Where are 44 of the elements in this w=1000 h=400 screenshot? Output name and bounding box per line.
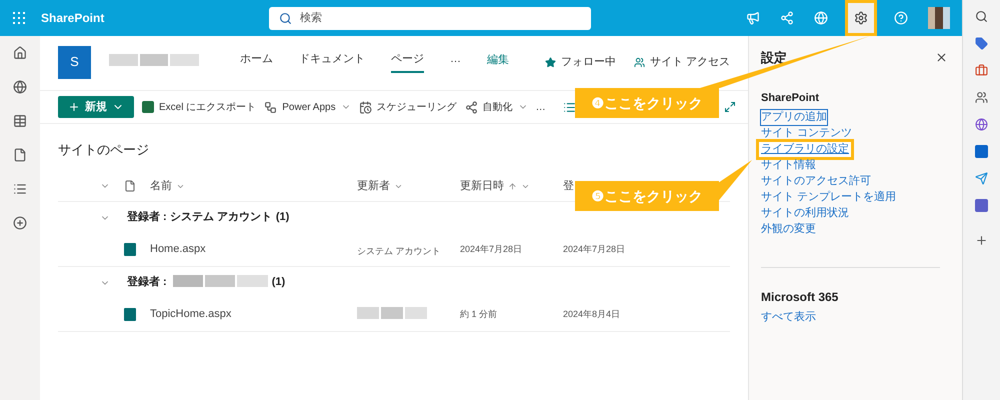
toolbar-button[interactable]: 自動化 <box>464 100 528 114</box>
nav-tab[interactable]: ページ <box>391 51 424 73</box>
table-cell-text: 2024年7月28日 <box>460 242 524 256</box>
settings-link[interactable]: すべて表示 <box>761 310 816 325</box>
settings-link[interactable]: ライブラリの設定 <box>759 142 851 157</box>
settings-link[interactable]: アプリの追加 <box>761 110 827 125</box>
site-access-button[interactable]: サイト アクセス <box>634 54 730 70</box>
group-header: 登録者 : システム アカウント <box>127 210 272 226</box>
toolbar-button[interactable]: スケジューリング <box>358 100 457 114</box>
follow-button[interactable]: フォロー中 <box>544 54 616 70</box>
nav-tab[interactable]: ホーム <box>240 51 273 73</box>
section-heading: SharePoint <box>761 90 820 106</box>
settings-link[interactable]: サイトのアクセス許可 <box>761 174 871 189</box>
file-name[interactable]: Home.aspx <box>150 241 357 258</box>
toolbar-button[interactable]: Excel にエクスポート <box>142 100 256 114</box>
settings-link[interactable]: 外観の変更 <box>761 222 816 237</box>
nav-tab[interactable]: … <box>450 51 461 73</box>
settings-link[interactable]: サイト コンテンツ <box>761 126 852 141</box>
site-logo[interactable]: S <box>58 46 91 78</box>
list-title: サイトのページ <box>58 141 150 159</box>
group-header: 登録者 : <box>127 274 167 290</box>
nav-tab[interactable]: ドキュメント <box>299 51 365 73</box>
section-heading: Microsoft 365 <box>761 289 840 306</box>
group-count: (1) <box>276 210 290 226</box>
table-cell-text: 2024年8月4日 <box>563 308 620 321</box>
column-header[interactable]: 更新者 <box>357 178 390 194</box>
settings-link[interactable]: サイト テンプレートを適用 <box>761 190 896 205</box>
column-header[interactable]: 登 <box>563 178 574 194</box>
settings-link[interactable]: サイトの利用状況 <box>761 206 849 221</box>
search-field[interactable]: 検索 <box>269 6 591 30</box>
column-header[interactable]: 名前 <box>150 178 172 194</box>
column-header[interactable]: 更新日時 <box>460 178 504 194</box>
group-count: (1) <box>272 275 286 290</box>
new-button[interactable]: 新規 <box>58 96 134 118</box>
more-button[interactable]: … <box>536 100 546 114</box>
table-cell: システム アカウント <box>357 246 441 256</box>
callout: ❹ここをクリック <box>575 88 719 118</box>
settings-link[interactable]: サイト情報 <box>761 158 816 173</box>
edit-link[interactable]: 編集 <box>487 52 509 72</box>
search-input[interactable]: 検索 <box>300 10 581 26</box>
file-name[interactable]: TopicHome.aspx <box>150 306 357 323</box>
toolbar-button[interactable]: Power Apps <box>264 100 351 114</box>
table-cell-text: 約 1 分前 <box>460 308 498 321</box>
table-cell-text: 2024年7月28日 <box>563 242 626 256</box>
